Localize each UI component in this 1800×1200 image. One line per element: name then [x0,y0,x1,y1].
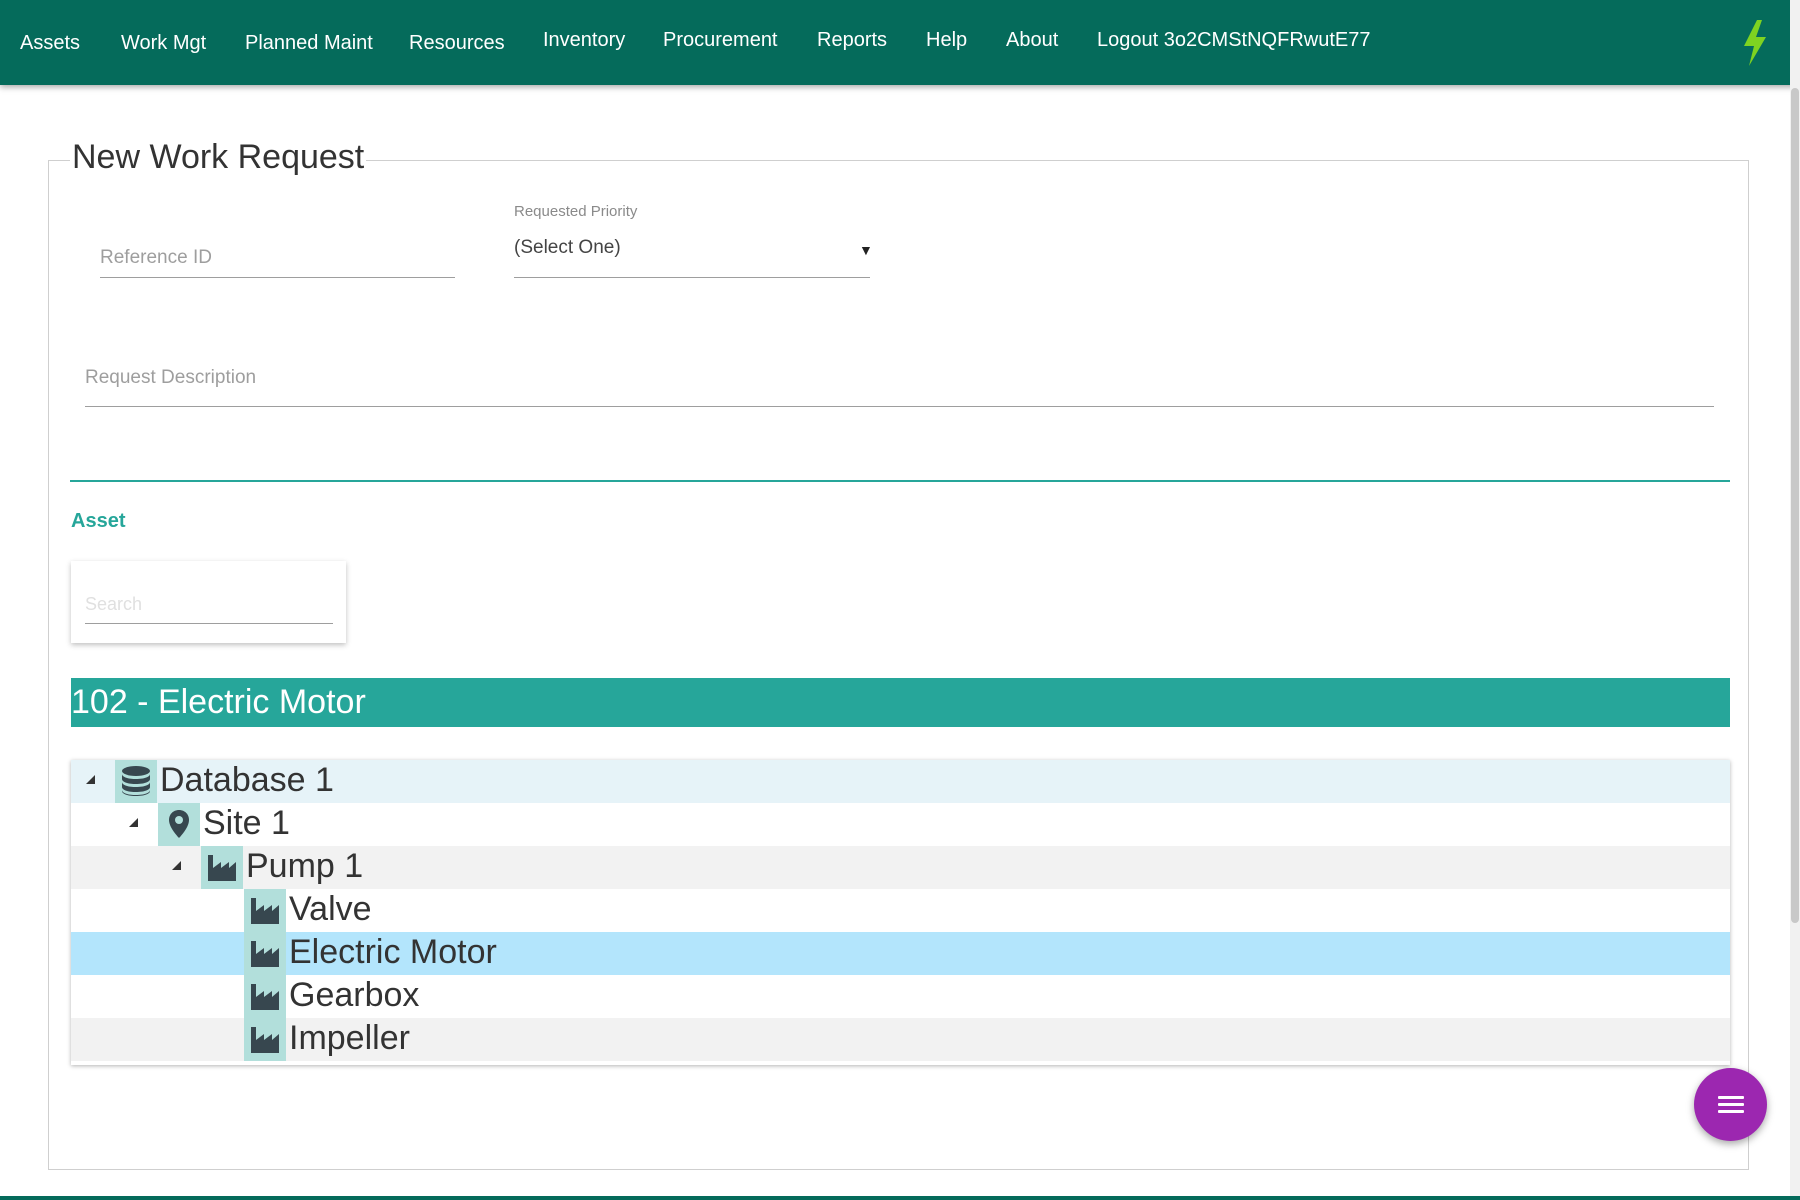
database-icon [115,760,157,803]
nav-item-procurement[interactable]: Procurement [663,0,778,82]
factory-icon [244,889,286,932]
reference-id-input[interactable]: Reference ID [100,238,455,278]
priority-label: Requested Priority [514,203,638,220]
page-scrollbar[interactable] [1790,0,1800,1200]
scrollbar-thumb[interactable] [1791,88,1799,923]
request-description-input[interactable]: Request Description [85,356,1714,407]
menu-icon [1718,1096,1744,1099]
menu-icon-line [1718,1103,1744,1106]
bottom-border [0,1196,1800,1200]
tree-node-impeller[interactable]: Impeller [71,1018,1730,1061]
asset-search-input[interactable]: Search [85,584,333,624]
tree-node-label: Impeller [289,1019,410,1057]
selected-asset-banner: 102 - Electric Motor [71,678,1730,727]
nav-item-logout[interactable]: Logout 3o2CMStNQFRwutE77 [1097,0,1370,82]
map-marker-icon [158,803,200,846]
nav-item-work-mgt[interactable]: Work Mgt [121,0,206,85]
tree-node-label: Site 1 [203,804,290,842]
nav-item-reports[interactable]: Reports [817,0,887,82]
priority-select[interactable]: (Select One) [514,228,870,278]
tree-node-site-1[interactable]: Site 1 [71,803,1730,846]
page-title: New Work Request [70,138,367,177]
nav-item-assets[interactable]: Assets [20,0,80,85]
tree-node-pump-1[interactable]: Pump 1 [71,846,1730,889]
nav-item-planned-maint[interactable]: Planned Maint [245,0,373,85]
tree-node-label: Pump 1 [246,847,364,885]
priority-selected-value: (Select One) [514,237,621,258]
tree-node-gearbox[interactable]: Gearbox [71,975,1730,1018]
chevron-down-icon[interactable]: ▼ [859,242,873,258]
collapse-toggle-icon[interactable] [172,861,181,870]
factory-icon [201,846,243,889]
fab-menu-button[interactable] [1694,1068,1767,1141]
factory-icon [244,932,286,975]
tree-node-label: Electric Motor [289,933,497,971]
tree-node-database-1[interactable]: Database 1 [71,760,1730,803]
asset-search-card: Search [71,561,346,643]
nav-item-help[interactable]: Help [926,0,967,82]
menu-icon-line [1718,1110,1744,1113]
tree-node-label: Gearbox [289,976,420,1014]
collapse-toggle-icon[interactable] [86,775,95,784]
factory-icon [244,1018,286,1061]
asset-tree: Database 1 Site 1 Pump 1 Valve Electric … [71,760,1730,1065]
nav-item-resources[interactable]: Resources [409,0,505,85]
lightning-bolt-icon [1744,20,1766,66]
asset-section-label: Asset [71,510,126,532]
collapse-toggle-icon[interactable] [129,818,138,827]
top-navbar: Assets Work Mgt Planned Maint Resources … [0,0,1800,85]
tree-node-label: Database 1 [160,761,334,799]
tree-node-valve[interactable]: Valve [71,889,1730,932]
nav-item-inventory[interactable]: Inventory [543,0,625,82]
section-divider [70,480,1730,482]
factory-icon [244,975,286,1018]
nav-item-about[interactable]: About [1006,0,1058,82]
tree-node-label: Valve [289,890,372,928]
tree-node-electric-motor[interactable]: Electric Motor [71,932,1730,975]
